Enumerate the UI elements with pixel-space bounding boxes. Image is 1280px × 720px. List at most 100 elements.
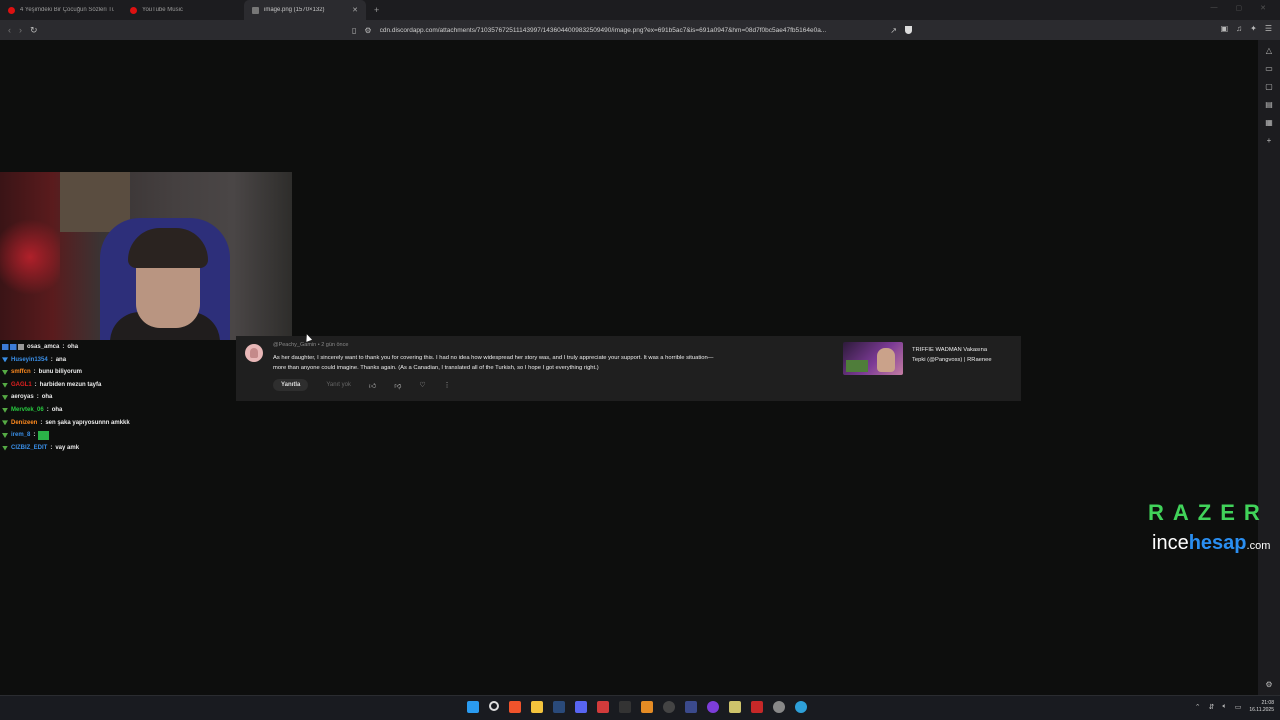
app-yellow-icon[interactable] xyxy=(729,701,741,713)
chat-separator: : xyxy=(34,381,37,388)
obs-icon[interactable] xyxy=(707,701,719,713)
logo-part-b: hesap xyxy=(1188,532,1247,554)
forward-icon[interactable]: › xyxy=(19,25,22,36)
network-icon[interactable]: ⇵ xyxy=(1209,703,1215,711)
no-replies-label: Yanıt yok xyxy=(326,382,351,388)
minimize-icon[interactable]: — xyxy=(1211,4,1218,12)
chat-separator: : xyxy=(50,356,53,363)
file-explorer-icon[interactable] xyxy=(531,701,543,713)
logo-part-a: ince xyxy=(1152,532,1189,554)
bookmarks-icon[interactable]: ▤ xyxy=(1265,100,1273,109)
leo-ai-icon[interactable]: ✦ xyxy=(1250,24,1257,33)
tab-3-active[interactable]: image.png (1570×132) ✕ xyxy=(244,0,366,20)
history-icon[interactable]: ▦ xyxy=(1265,118,1273,127)
app-orange-icon[interactable] xyxy=(641,701,653,713)
youtube-comment-image: @Peachy_Gamin • 2 gün önce As her daught… xyxy=(236,336,1021,401)
logo-part-c: .com xyxy=(1246,540,1271,552)
chat-text: ana xyxy=(55,356,67,363)
thumbs-down-icon: 👎︎ xyxy=(394,382,402,390)
chat-username: Denizeen xyxy=(11,419,38,426)
new-tab-button[interactable]: + xyxy=(366,5,379,15)
chat-username: smffcn xyxy=(11,369,31,376)
comment-actions: Yanıtla Yanıt yok 👍︎ 👎︎ ♡ ⋮ xyxy=(273,379,451,391)
bookmark-icon[interactable]: ▯ xyxy=(352,26,356,35)
tab-bar: 4 Yeşimdeki Bir Çocuğun Sözleri Tüm YouT… xyxy=(0,0,1280,20)
commenter-avatar xyxy=(245,344,263,362)
window-controls: — ▢ ✕ xyxy=(1211,4,1267,12)
chat-badge-icon xyxy=(2,395,8,401)
chat-message: aeroyas: oha xyxy=(2,391,202,404)
chat-separator: : xyxy=(36,394,39,401)
app-blue-icon[interactable] xyxy=(685,701,697,713)
chat-separator: : xyxy=(33,432,36,439)
close-tab-icon[interactable]: ✕ xyxy=(352,6,358,14)
red-light xyxy=(0,212,60,302)
comment-text: As her daughter, I sincerely want to tha… xyxy=(273,355,714,371)
clock[interactable]: 21:08 16.11.2025 xyxy=(1249,700,1274,714)
app-red-icon[interactable] xyxy=(597,701,609,713)
app-gear-icon[interactable] xyxy=(663,701,675,713)
back-icon[interactable]: ‹ xyxy=(8,25,11,36)
sidebar-settings-icon[interactable]: ⚙ xyxy=(1265,680,1272,689)
chat-message: Mervtek_06: oha xyxy=(2,404,202,417)
maximize-icon[interactable]: ▢ xyxy=(1236,4,1243,12)
url-field[interactable]: cdn.discordapp.com/attachments/710357672… xyxy=(380,27,883,34)
brave-browser-icon[interactable] xyxy=(509,701,521,713)
chat-username: CIZBIZ_EDIT xyxy=(11,444,48,451)
menu-icon[interactable]: ☰ xyxy=(1265,24,1272,33)
clock-date: 16.11.2025 xyxy=(1249,707,1274,713)
webcam-overlay xyxy=(0,172,292,340)
leo-icon[interactable]: △ xyxy=(1266,46,1272,55)
extensions-icon[interactable]: ▣ xyxy=(1221,24,1229,33)
chat-badge-icon xyxy=(2,357,8,363)
search-icon[interactable] xyxy=(489,701,499,711)
taskbar: ⌃ ⇵ 🔈︎ ▭ 21:08 16.11.2025 xyxy=(0,695,1280,720)
tab-2[interactable]: YouTube Music xyxy=(122,0,244,20)
stream-chat: osas_amca: oha Huseyin1354: ana smffcn: … xyxy=(2,341,202,454)
chat-separator: : xyxy=(62,344,65,350)
chat-badges-icon xyxy=(2,344,24,351)
epic-games-icon[interactable] xyxy=(619,701,631,713)
reading-list-icon[interactable]: ▢ xyxy=(1265,82,1273,91)
toolbar-right: ▣ ♫ ✦ ☰ xyxy=(1221,24,1272,33)
media-icon[interactable]: ♫ xyxy=(1236,24,1242,33)
chat-badge-icon xyxy=(2,369,8,375)
tab-label: image.png (1570×132) xyxy=(264,7,325,13)
steam-icon[interactable] xyxy=(553,701,565,713)
chat-username: osas_amca xyxy=(27,344,60,350)
green-emote-icon xyxy=(38,430,50,440)
windows-start-icon[interactable] xyxy=(467,701,479,713)
notification-icon[interactable]: ▭ xyxy=(1235,703,1242,711)
chat-badge-icon xyxy=(2,445,8,451)
share-icon[interactable]: ↗ xyxy=(890,26,897,35)
app-red2-icon[interactable] xyxy=(751,701,763,713)
discord-icon[interactable] xyxy=(575,701,587,713)
site-info-icon[interactable]: ⚙ xyxy=(364,26,371,35)
settings-icon[interactable] xyxy=(773,701,785,713)
tab-1[interactable]: 4 Yeşimdeki Bir Çocuğun Sözleri Tüm xyxy=(0,0,122,20)
razer-logo: RAZER xyxy=(1148,500,1269,525)
chat-message: CIZBIZ_EDIT: vay amk xyxy=(2,442,202,455)
video-thumbnail xyxy=(843,342,903,375)
add-panel-icon[interactable]: + xyxy=(1267,136,1272,145)
tray-chevron-icon[interactable]: ⌃ xyxy=(1195,703,1201,711)
chat-separator: : xyxy=(33,369,36,376)
heart-icon: ♡ xyxy=(419,382,426,389)
chat-text: oha xyxy=(41,394,53,401)
chat-badge-icon xyxy=(2,407,8,413)
chat-text: oha xyxy=(51,406,63,413)
speaker-icon[interactable]: 🔈︎ xyxy=(1223,703,1227,711)
comment-meta: @Peachy_Gamin • 2 gün önce xyxy=(273,342,348,348)
comment-time: 2 gün önce xyxy=(321,342,349,348)
brave-shield-icon[interactable] xyxy=(905,26,912,34)
chat-username: GAGL1 xyxy=(11,381,32,388)
chat-message: Huseyin1354: ana xyxy=(2,354,202,367)
reload-icon[interactable]: ↻ xyxy=(30,25,38,36)
chat-badge-icon xyxy=(2,382,8,388)
reply-button: Yanıtla xyxy=(273,379,309,391)
chat-text: vay amk xyxy=(55,444,80,451)
close-window-icon[interactable]: ✕ xyxy=(1260,4,1266,12)
chat-message: GAGL1: harbiden mezun tayfa xyxy=(2,379,202,392)
wallet-icon[interactable]: ▭ xyxy=(1265,64,1273,73)
app-multicolor-icon[interactable] xyxy=(795,701,807,713)
